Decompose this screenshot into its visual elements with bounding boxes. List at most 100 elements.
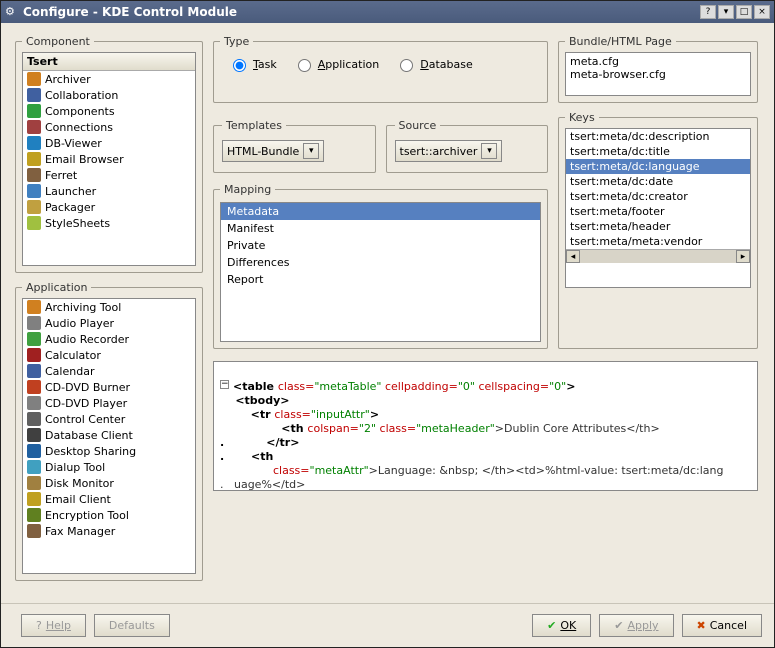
list-item[interactable]: StyleSheets <box>23 215 195 231</box>
help-winbutton[interactable]: ? <box>700 5 716 19</box>
source-combo[interactable]: tsert::archiver ▾ <box>395 140 503 162</box>
defaults-button[interactable]: Defaults <box>94 614 170 637</box>
list-item[interactable]: Connections <box>23 119 195 135</box>
item-icon <box>27 88 41 102</box>
component-list-header[interactable]: Tsert <box>23 53 195 71</box>
list-item[interactable]: tsert:meta/dc:language <box>566 159 750 174</box>
list-item[interactable]: meta.cfg <box>570 55 746 68</box>
ok-button[interactable]: ✔ OK <box>532 614 591 637</box>
chevron-down-icon[interactable]: ▾ <box>481 143 497 159</box>
app-icon: ⚙ <box>5 5 19 19</box>
apply-button[interactable]: ✔ Apply <box>599 614 673 637</box>
list-item[interactable]: Database Client <box>23 427 195 443</box>
item-label: Control Center <box>45 413 125 426</box>
help-button[interactable]: ? Help <box>21 614 86 637</box>
list-item[interactable]: Fax Manager <box>23 523 195 539</box>
list-item[interactable]: Report <box>221 271 540 288</box>
type-radio-task[interactable]: Task <box>228 56 277 72</box>
item-label: tsert:meta/dc:description <box>570 130 710 143</box>
item-icon <box>27 492 41 506</box>
list-item[interactable]: Disk Monitor <box>23 475 195 491</box>
item-label: Ferret <box>45 169 77 182</box>
list-item[interactable]: tsert:meta/dc:title <box>566 144 750 159</box>
list-item[interactable]: Launcher <box>23 183 195 199</box>
list-item[interactable]: Ferret <box>23 167 195 183</box>
minimize-winbutton[interactable]: ▾ <box>718 5 734 19</box>
item-label: Collaboration <box>45 89 118 102</box>
list-item[interactable]: CD-DVD Burner <box>23 379 195 395</box>
item-icon <box>27 460 41 474</box>
application-listbox[interactable]: Archiving ToolAudio PlayerAudio Recorder… <box>22 298 196 574</box>
button-bar: ? Help Defaults ✔ OK ✔ Apply ✖ Cancel <box>1 603 774 647</box>
item-icon <box>27 348 41 362</box>
list-item[interactable]: tsert:meta/header <box>566 219 750 234</box>
list-item[interactable]: Email Client <box>23 491 195 507</box>
list-item[interactable]: tsert:meta/dc:creator <box>566 189 750 204</box>
item-icon <box>27 396 41 410</box>
keys-listbox[interactable]: tsert:meta/dc:description tsert:meta/dc:t… <box>565 128 751 288</box>
radio-input[interactable] <box>400 59 413 72</box>
list-item[interactable]: Private <box>221 237 540 254</box>
maximize-winbutton[interactable]: □ <box>736 5 752 19</box>
list-item[interactable]: Collaboration <box>23 87 195 103</box>
item-icon <box>27 184 41 198</box>
radio-input[interactable] <box>298 59 311 72</box>
list-item[interactable]: DB-Viewer <box>23 135 195 151</box>
list-item[interactable]: tsert:meta/dc:description <box>566 129 750 144</box>
radio-input[interactable] <box>233 59 246 72</box>
list-item[interactable]: Calculator <box>23 347 195 363</box>
item-label: Private <box>227 239 265 252</box>
list-item[interactable]: tsert:meta/footer <box>566 204 750 219</box>
list-item[interactable]: Desktop Sharing <box>23 443 195 459</box>
item-label: tsert:meta/dc:creator <box>570 190 688 203</box>
list-item[interactable]: Archiving Tool <box>23 299 195 315</box>
list-item[interactable]: Encryption Tool <box>23 507 195 523</box>
list-item[interactable]: Audio Recorder <box>23 331 195 347</box>
type-radio-application[interactable]: Application <box>293 56 379 72</box>
list-item[interactable]: meta-browser.cfg <box>570 68 746 81</box>
item-label: Manifest <box>227 222 274 235</box>
code-editor[interactable]: −<table class="metaTable" cellpadding="0… <box>213 361 758 491</box>
list-item[interactable]: Packager <box>23 199 195 215</box>
keys-hscroll[interactable]: ◂ ▸ <box>566 249 750 263</box>
item-label: Connections <box>45 121 113 134</box>
templates-combo[interactable]: HTML-Bundle ▾ <box>222 140 324 162</box>
item-icon <box>27 524 41 538</box>
list-item[interactable]: Calendar <box>23 363 195 379</box>
list-item[interactable]: Audio Player <box>23 315 195 331</box>
type-radio-database[interactable]: Database <box>395 56 473 72</box>
item-icon <box>27 364 41 378</box>
component-listbox[interactable]: Tsert Archiver Collaboration Components Con… <box>22 52 196 266</box>
fold-toggle-icon[interactable]: − <box>220 380 229 389</box>
item-label: Fax Manager <box>45 525 115 538</box>
close-winbutton[interactable]: × <box>754 5 770 19</box>
item-label: tsert:meta/footer <box>570 205 665 218</box>
mapping-listbox[interactable]: Metadata Manifest Private DifferencesReport <box>220 202 541 342</box>
item-label: tsert:meta/dc:title <box>570 145 670 158</box>
item-label: Archiver <box>45 73 91 86</box>
list-item[interactable]: Email Browser <box>23 151 195 167</box>
list-item[interactable]: Archiver <box>23 71 195 87</box>
item-label: Components <box>45 105 115 118</box>
item-icon <box>27 168 41 182</box>
chevron-down-icon[interactable]: ▾ <box>303 143 319 159</box>
list-item[interactable]: tsert:meta/dc:date <box>566 174 750 189</box>
list-item[interactable]: Metadata <box>221 203 540 220</box>
keys-legend: Keys <box>565 111 599 124</box>
scroll-left-icon[interactable]: ◂ <box>566 250 580 263</box>
item-label: Email Client <box>45 493 111 506</box>
list-item[interactable]: tsert:meta/meta:vendor <box>566 234 750 249</box>
keys-group: Keys tsert:meta/dc:descriptiontsert:meta… <box>558 111 758 349</box>
bundle-listbox[interactable]: meta.cfgmeta-browser.cfg <box>565 52 751 96</box>
item-label: tsert:meta/dc:language <box>570 160 700 173</box>
mapping-legend: Mapping <box>220 183 275 196</box>
list-item[interactable]: CD-DVD Player <box>23 395 195 411</box>
item-icon <box>27 428 41 442</box>
cancel-button[interactable]: ✖ Cancel <box>682 614 762 637</box>
list-item[interactable]: Manifest <box>221 220 540 237</box>
list-item[interactable]: Control Center <box>23 411 195 427</box>
list-item[interactable]: Dialup Tool <box>23 459 195 475</box>
scroll-right-icon[interactable]: ▸ <box>736 250 750 263</box>
list-item[interactable]: Differences <box>221 254 540 271</box>
list-item[interactable]: Components <box>23 103 195 119</box>
